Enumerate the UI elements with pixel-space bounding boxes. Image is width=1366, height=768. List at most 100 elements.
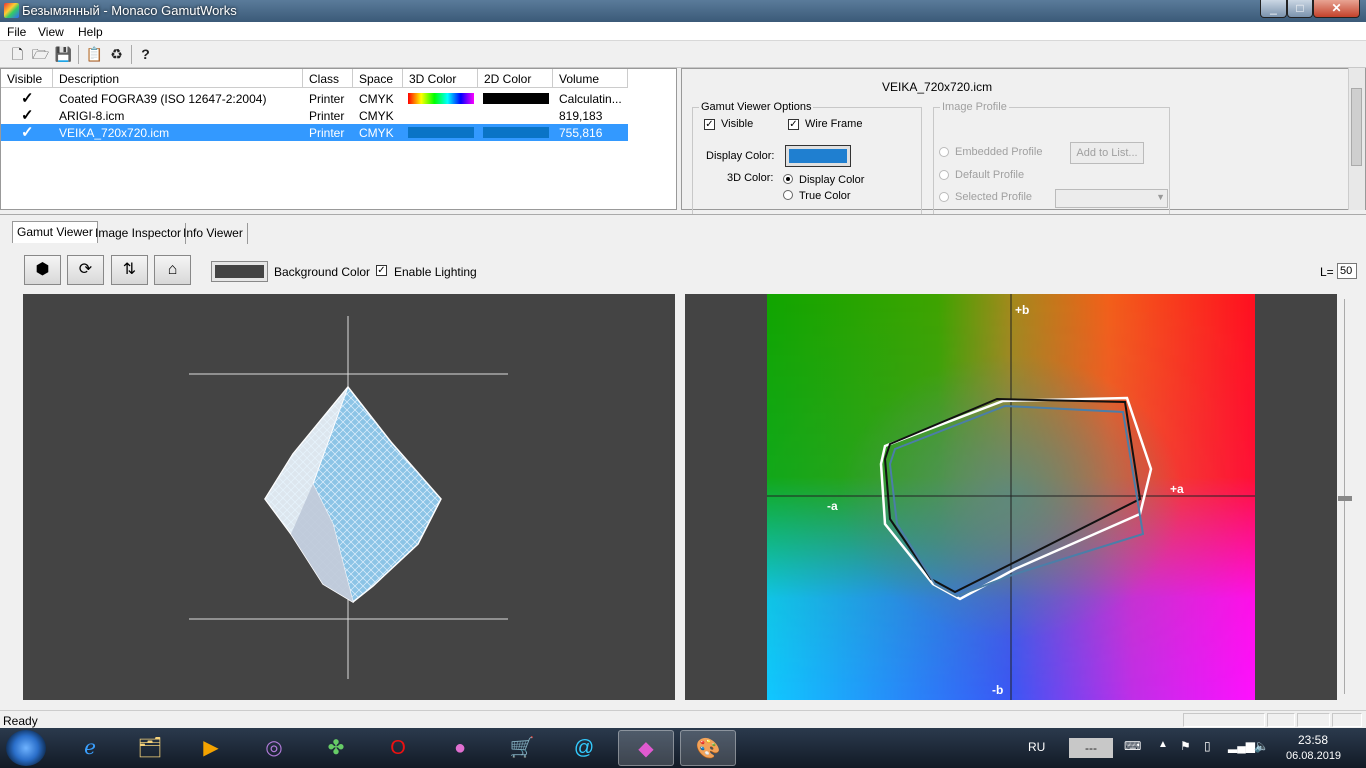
media-player-icon[interactable]: ▶: [183, 730, 239, 766]
2d-color-swatch: [483, 127, 549, 138]
new-icon[interactable]: 🗋: [8, 45, 27, 64]
status-bar: Ready: [0, 710, 1366, 728]
default-profile-label: Default Profile: [955, 169, 1025, 181]
clock-date[interactable]: 06.08.2019: [1286, 750, 1341, 762]
axis-minus-b: -b: [992, 683, 1003, 697]
status-pane: [1332, 713, 1362, 727]
visible-check-icon[interactable]: ✓: [21, 106, 34, 124]
l-label: L=: [1320, 265, 1334, 279]
column-3d-color[interactable]: 3D Color: [403, 69, 478, 88]
toolbar: 🗋 🗁 💾 📋 ♻ ?: [0, 41, 1366, 68]
start-button-icon[interactable]: [6, 730, 46, 766]
l-input[interactable]: 50: [1337, 263, 1357, 279]
scrollbar-thumb[interactable]: [1351, 88, 1362, 166]
status-pane: [1183, 713, 1265, 727]
app-ball-icon[interactable]: ●: [432, 730, 488, 766]
file-explorer-icon[interactable]: 🗂: [122, 730, 178, 766]
display-color-radio[interactable]: [783, 174, 793, 184]
menu-file[interactable]: File: [7, 25, 26, 39]
l-slider-thumb[interactable]: [1338, 496, 1352, 501]
visible-checkbox[interactable]: ✓: [704, 119, 715, 130]
column-2d-color[interactable]: 2D Color: [478, 69, 553, 88]
store-icon[interactable]: 🛒: [494, 730, 550, 766]
row-space: CMYK: [359, 109, 394, 123]
2d-gamut-viewport[interactable]: +b -b +a -a: [685, 294, 1337, 700]
minimize-button[interactable]: _: [1260, 0, 1287, 18]
network-icon[interactable]: ▂▄▆: [1228, 739, 1255, 753]
tab-image-inspector[interactable]: Image Inspector: [91, 223, 187, 244]
maximize-button[interactable]: □: [1287, 0, 1313, 18]
clock-time[interactable]: 23:58: [1298, 733, 1328, 747]
selected-profile-label: Selected Profile: [955, 191, 1033, 203]
viewer-scrollbar[interactable]: [1338, 294, 1362, 700]
visible-label: Visible: [721, 118, 754, 130]
keyboard-icon[interactable]: ⌨: [1124, 739, 1141, 753]
tab-info-viewer[interactable]: Info Viewer: [179, 223, 248, 244]
3d-gamut-drawing: [189, 316, 508, 679]
column-volume[interactable]: Volume: [553, 69, 628, 88]
selected-profile-dropdown[interactable]: ▼: [1055, 189, 1168, 208]
row-class: Printer: [309, 109, 345, 123]
language-indicator[interactable]: RU: [1028, 740, 1045, 754]
view-solid-icon[interactable]: ⬢: [24, 255, 61, 285]
list-row[interactable]: ✓ ARIGI-8.icm Printer CMYK 819,183: [1, 107, 628, 124]
true-color-radio[interactable]: [783, 190, 793, 200]
options-scrollbar[interactable]: [1348, 68, 1365, 210]
image-profile-group: Image Profile Embedded Profile Add to Li…: [933, 101, 1170, 217]
paint-icon[interactable]: 🎨: [680, 730, 736, 766]
volume-icon[interactable]: 🔈: [1254, 739, 1269, 753]
mail-icon[interactable]: @: [556, 730, 612, 766]
save-icon[interactable]: 💾: [54, 45, 73, 64]
close-button[interactable]: ✕: [1313, 0, 1360, 18]
column-class[interactable]: Class: [303, 69, 353, 88]
open-folder-icon[interactable]: 🗁: [31, 45, 50, 64]
visible-check-icon[interactable]: ✓: [21, 89, 34, 107]
list-row[interactable]: ✓ VEIKA_720x720.icm Printer CMYK 755,816: [1, 124, 628, 141]
enable-lighting-checkbox[interactable]: ✓: [376, 265, 387, 276]
column-space[interactable]: Space: [353, 69, 403, 88]
toolbar-separator: [78, 45, 79, 64]
add-profile-icon[interactable]: 📋: [85, 45, 104, 64]
display-color-swatch: [789, 149, 847, 163]
3d-color-swatch: [408, 93, 474, 104]
battery-icon[interactable]: ▯: [1204, 739, 1211, 753]
true-color-radio-label: True Color: [799, 190, 851, 202]
background-color-button[interactable]: [211, 261, 268, 282]
tray-expand-icon[interactable]: ▲: [1158, 739, 1168, 750]
flip-icon[interactable]: ⇅: [111, 255, 148, 285]
wireframe-checkbox[interactable]: ✓: [788, 119, 799, 130]
row-volume: 819,183: [559, 109, 603, 123]
app-globe-icon[interactable]: ✤: [308, 730, 364, 766]
toolbar-separator: [131, 45, 132, 64]
internet-explorer-icon[interactable]: ℯ: [62, 730, 118, 766]
menu-view[interactable]: View: [38, 25, 64, 39]
help-icon[interactable]: ?: [136, 45, 155, 64]
add-to-list-button[interactable]: Add to List...: [1070, 142, 1144, 164]
column-visible[interactable]: Visible: [1, 69, 53, 88]
selected-profile-radio[interactable]: [939, 192, 949, 202]
app-ring-icon[interactable]: ◎: [246, 730, 302, 766]
default-profile-radio[interactable]: [939, 170, 949, 180]
tab-gamut-viewer[interactable]: Gamut Viewer: [12, 221, 98, 243]
tray-dash-box[interactable]: ---: [1069, 738, 1113, 758]
column-description[interactable]: Description: [53, 69, 303, 88]
axis-plus-b: +b: [1015, 303, 1029, 317]
axis-plus-a: +a: [1170, 482, 1184, 496]
action-center-icon[interactable]: ⚑: [1180, 739, 1191, 753]
visible-check-icon[interactable]: ✓: [21, 123, 34, 141]
app-icon: [4, 3, 19, 18]
gamutworks-icon[interactable]: ◆: [618, 730, 674, 766]
remove-profile-icon[interactable]: ♻: [107, 45, 126, 64]
list-row[interactable]: ✓ Coated FOGRA39 (ISO 12647-2:2004) Prin…: [1, 90, 628, 107]
menu-bar: File View Help: [0, 22, 1366, 41]
embedded-profile-radio[interactable]: [939, 147, 949, 157]
title-bar: Безымянный - Monaco GamutWorks _ □ ✕: [0, 0, 1366, 22]
menu-help[interactable]: Help: [78, 25, 103, 39]
gamut-viewer-options-group: Gamut Viewer Options ✓ Visible ✓ Wire Fr…: [692, 101, 922, 217]
3d-gamut-viewport[interactable]: [23, 294, 675, 700]
opera-icon[interactable]: O: [370, 730, 426, 766]
display-color-button[interactable]: [785, 145, 851, 167]
row-description: VEIKA_720x720.icm: [59, 126, 170, 140]
home-icon[interactable]: ⌂: [154, 255, 191, 285]
rotate-icon[interactable]: ⟳: [67, 255, 104, 285]
